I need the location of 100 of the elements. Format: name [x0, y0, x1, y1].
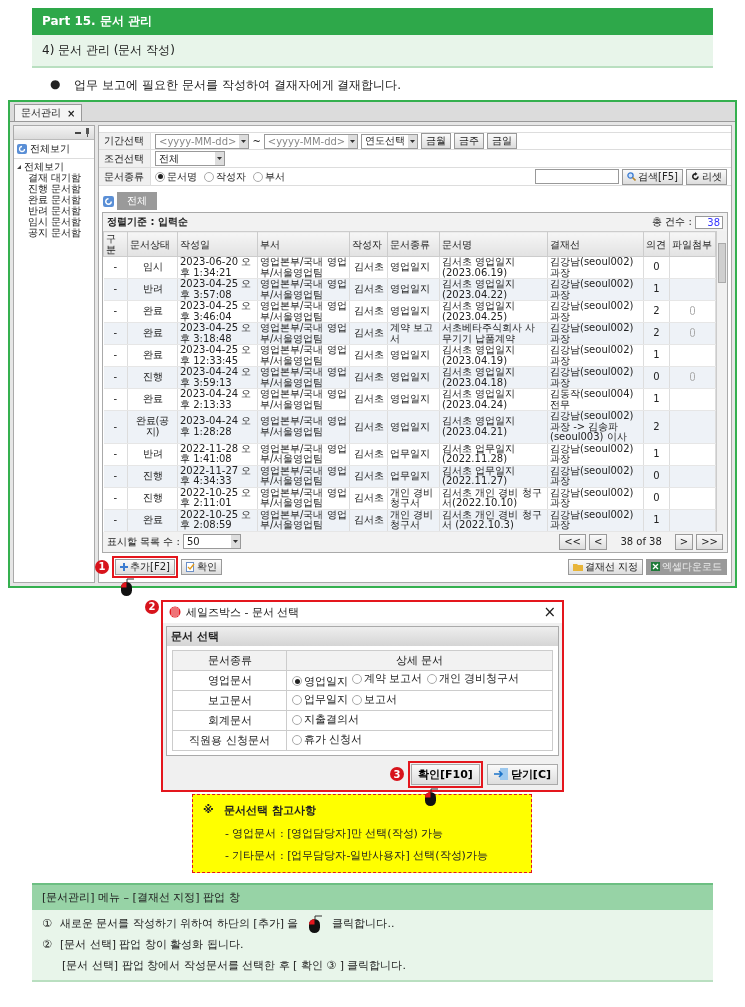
radio-button[interactable]	[204, 171, 214, 182]
table-cell: 업무일지	[387, 465, 440, 487]
radio-button[interactable]	[292, 694, 302, 705]
condition-select[interactable]: 전체	[155, 151, 225, 166]
period-button[interactable]: 금월	[421, 133, 452, 149]
column-header[interactable]: 부서	[257, 231, 350, 257]
table-cell: 김서초 개인 경비 청구서 (2022.10.3)	[439, 509, 548, 531]
table-cell: 1	[643, 443, 670, 465]
radio-option[interactable]: 문서명	[155, 169, 197, 184]
column-header[interactable]: 파일첨부	[669, 231, 716, 257]
tree-item[interactable]: 반려 문서함	[28, 205, 82, 216]
tree-item[interactable]: 결재 대기함	[28, 172, 82, 183]
bullet: ●	[50, 77, 61, 93]
table-cell: 김서초 영업일지 (2023.06.19)	[439, 256, 548, 279]
note-text: - 기타문서 : [업무담당자-일반사용자] 선택(작성)가능	[225, 848, 488, 862]
table-cell: 진행	[127, 366, 178, 389]
table-cell: 1	[643, 344, 670, 367]
first-page-button[interactable]: <<	[559, 533, 586, 550]
close-icon[interactable]: ×	[543, 606, 556, 618]
table-cell: 0	[643, 366, 670, 389]
paperclip-icon[interactable]	[690, 371, 695, 381]
close-icon[interactable]: ×	[67, 107, 76, 119]
note-text: - 영업문서 : [영업담당자]만 선택(작성) 가능	[225, 826, 444, 840]
table-cell: 2023-04-25 오후 3:46:04	[177, 300, 258, 323]
confirm-button[interactable]: 확인	[180, 558, 222, 575]
table-cell: 김강남(seoul002) 과장	[547, 256, 644, 279]
tree-item[interactable]: 완료 문서함	[28, 194, 82, 205]
table-cell: 반려	[127, 443, 178, 465]
sidebar-item[interactable]: 전체보기	[30, 142, 70, 156]
guide-header: [문서관리] 메뉴 – [결재선 지정] 팝업 창	[32, 884, 713, 910]
radio-option[interactable]: 업무일지	[292, 692, 348, 708]
prev-page-button[interactable]: <	[589, 533, 608, 550]
radio-button[interactable]	[292, 676, 302, 687]
tree-item[interactable]: 전체보기	[24, 161, 64, 172]
next-page-button[interactable]: >	[674, 533, 694, 550]
radio-option[interactable]: 보고서	[352, 692, 397, 708]
table-cell: 2023-04-24 오후 1:28:28	[177, 410, 258, 443]
period-button[interactable]: 금주	[454, 133, 485, 149]
column-header[interactable]: 문서종류	[387, 231, 440, 257]
start-date-field[interactable]: <yyyy-MM-dd>	[155, 133, 250, 149]
table-cell: 김서초	[349, 344, 388, 367]
column-header[interactable]: 작성일	[177, 231, 258, 257]
step-marker: 3	[389, 767, 404, 781]
table-cell: -	[103, 344, 128, 367]
search-button[interactable]: 검색[F5]	[622, 168, 683, 185]
document-tab[interactable]: 문서관리 ×	[14, 104, 83, 121]
radio-option[interactable]: 작성자	[204, 169, 246, 184]
step-text: [문서 선택] 팝업 창이 활성화 됩니다.	[59, 936, 244, 952]
radio-button[interactable]	[292, 714, 302, 725]
radio-button[interactable]	[253, 171, 263, 182]
table-cell: -	[103, 487, 128, 509]
ok-button[interactable]: 확인[F10]	[410, 763, 480, 785]
radio-button[interactable]	[426, 673, 437, 684]
column-header[interactable]: 작성자	[349, 231, 388, 257]
year-select[interactable]: 연도선택	[361, 133, 419, 149]
last-page-button[interactable]: >>	[696, 533, 723, 550]
column-header[interactable]: 문서명	[439, 231, 548, 257]
table-cell: 김강남(seoul002) 과장	[547, 509, 644, 531]
table-cell: 김서초	[349, 278, 388, 301]
tree-item[interactable]: 공지 문서함	[28, 227, 82, 238]
table-cell: 2022-10-25 오후 2:08:59	[177, 509, 258, 531]
table-cell: 2023-04-24 오후 2:13:33	[177, 388, 258, 411]
radio-option[interactable]: 영업일지	[292, 673, 348, 689]
radio-option[interactable]: 계약 보고서	[352, 671, 423, 687]
radio-button[interactable]	[352, 694, 362, 705]
paperclip-icon[interactable]	[690, 327, 695, 337]
radio-button[interactable]	[155, 171, 165, 182]
reset-button[interactable]: 리셋	[686, 168, 727, 185]
scrollbar[interactable]	[716, 231, 727, 532]
column-header[interactable]: 의견	[643, 231, 670, 257]
radio-option[interactable]: 개인 경비청구서	[426, 671, 519, 687]
column-header: 상세 문서	[286, 650, 553, 670]
radio-button[interactable]	[352, 673, 362, 684]
column-header[interactable]: 문서상태	[127, 231, 178, 257]
table-cell: 서초베타주식회사 사무기기 납품계약	[439, 322, 548, 345]
table-cell: 김서초	[349, 465, 388, 487]
tree-item[interactable]: 임시 문서함	[28, 216, 82, 227]
close-button[interactable]: 닫기[C]	[486, 763, 558, 785]
pin-icon[interactable]	[85, 128, 90, 137]
radio-button[interactable]	[292, 734, 302, 745]
column-header[interactable]: 결재선	[547, 231, 644, 257]
table-cell: 영업본부/국내 영업부/서울영업팀	[257, 322, 350, 345]
table-cell: 2023-04-25 오후 12:33:45	[177, 344, 258, 367]
refresh-icon	[103, 195, 114, 207]
radio-option[interactable]: 부서	[253, 169, 285, 184]
step-text: 새로운 문서를 작성하기 위하여 하단의 [추가] 을	[59, 915, 299, 931]
paperclip-icon[interactable]	[690, 305, 695, 315]
tree-item[interactable]: 진행 문서함	[28, 183, 82, 194]
end-date-field[interactable]: <yyyy-MM-dd>	[263, 133, 359, 149]
expanded-arrow-icon[interactable]	[16, 163, 22, 170]
search-field[interactable]	[535, 169, 620, 184]
range-separator: ~	[252, 135, 261, 147]
page-size-select[interactable]: 50	[182, 534, 241, 549]
column-header[interactable]: 구분	[103, 231, 128, 257]
period-button[interactable]: 금일	[487, 133, 518, 149]
table-cell: 1	[643, 278, 670, 301]
table-cell: 2023-06-20 오후 1:34:21	[177, 256, 258, 279]
add-button[interactable]: 추가[F2]	[115, 558, 175, 575]
step-number: ①	[42, 916, 52, 930]
approval-line-button[interactable]: 결재선 지정	[567, 558, 643, 575]
